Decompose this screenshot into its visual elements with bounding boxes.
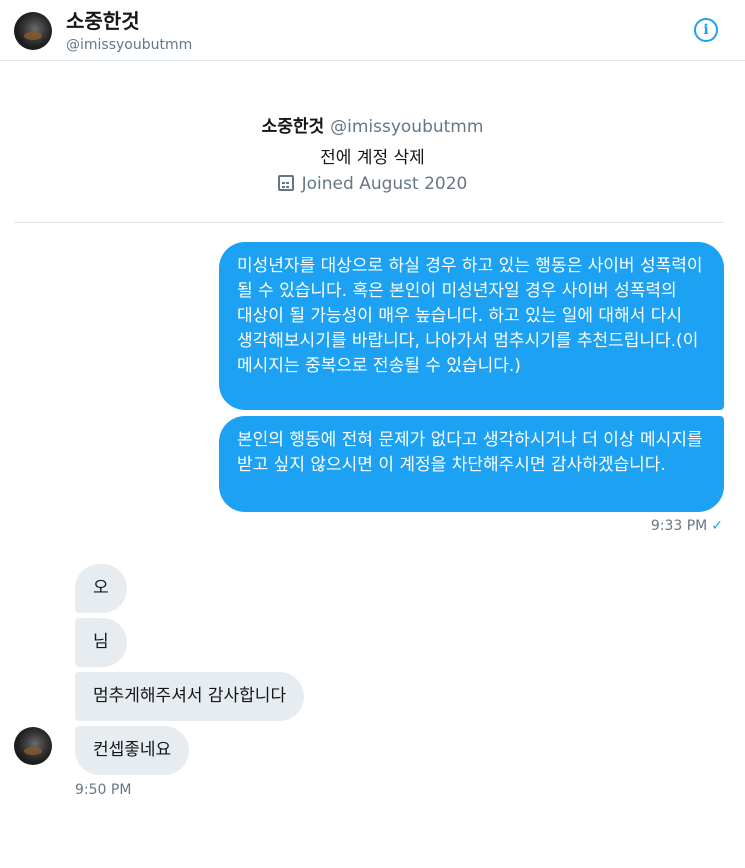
outgoing-message[interactable]: 미성년자를 대상으로 하실 경우 하고 있는 행동은 사이버 성폭력이 될 수 … xyxy=(219,242,724,410)
header-name[interactable]: 소중한것 xyxy=(66,5,140,34)
outgoing-time: 9:33 PM xyxy=(650,518,708,534)
info-icon[interactable]: i xyxy=(694,18,718,42)
conversation-header: 소중한것 @imissyoubutmm i xyxy=(0,0,745,61)
outgoing-timestamp: 9:33 PM ✓ xyxy=(651,518,723,534)
incoming-message[interactable]: 오 xyxy=(75,564,127,613)
sender-avatar[interactable] xyxy=(14,727,52,765)
profile-bio: 전에 계정 삭제 xyxy=(320,148,425,168)
joined-text: Joined August 2020 xyxy=(301,174,468,194)
header-handle: @imissyoubutmm xyxy=(66,37,193,53)
profile-handle: @imissyoubutmm xyxy=(330,117,484,137)
outgoing-message[interactable]: 본인의 행동에 전혀 문제가 없다고 생각하시거나 더 이상 메시지를 받고 싶… xyxy=(219,416,724,512)
divider xyxy=(14,222,724,223)
avatar[interactable] xyxy=(14,12,52,50)
calendar-icon xyxy=(277,175,294,191)
read-check-icon: ✓ xyxy=(711,518,723,534)
incoming-message[interactable]: 컨셉좋네요 xyxy=(75,726,190,775)
incoming-message[interactable]: 멈추게해주셔서 감사합니다 xyxy=(75,672,305,721)
incoming-timestamp: 9:50 PM xyxy=(75,782,132,798)
profile-joined: Joined August 2020 xyxy=(0,174,745,194)
profile-name-line: 소중한것 @imissyoubutmm xyxy=(0,112,745,137)
incoming-message[interactable]: 님 xyxy=(75,618,127,667)
profile-name[interactable]: 소중한것 xyxy=(262,117,325,137)
